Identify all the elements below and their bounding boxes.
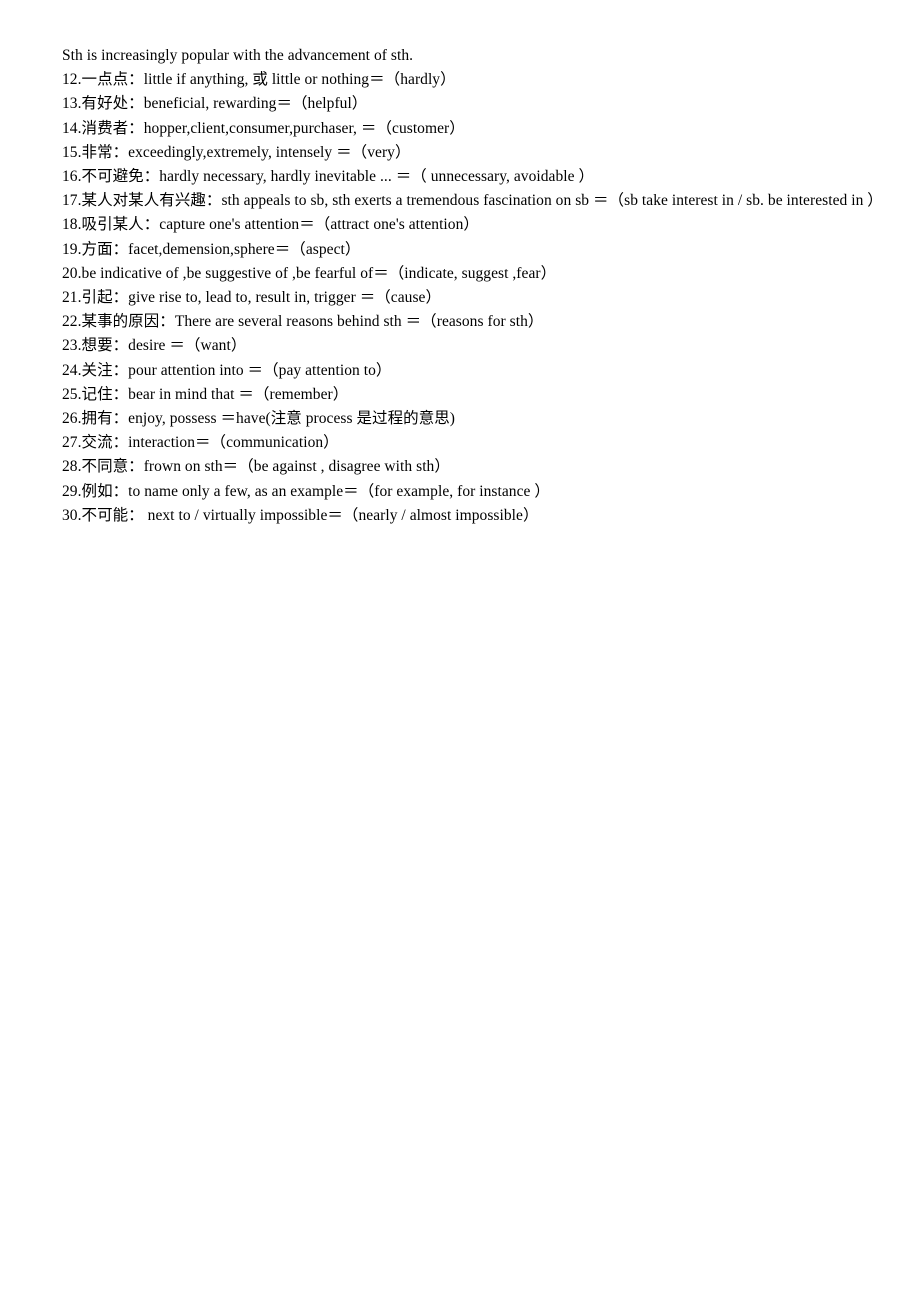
- list-item-18: 18.吸引某人：capture one's attention＝（attract…: [62, 216, 479, 234]
- list-item-13: 13.有好处：beneficial, rewarding＝（helpful）: [62, 95, 368, 113]
- list-item-12: 12.一点点：little if anything, 或 little or n…: [62, 71, 456, 89]
- list-item-26: 26.拥有：enjoy, possess ＝have(注意 process 是过…: [62, 410, 456, 428]
- list-item-15: 15.非常：exceedingly,extremely, intensely ＝…: [62, 143, 411, 161]
- list-item-19: 19.方面：facet,demension,sphere＝（aspect）: [62, 240, 361, 258]
- list-item-30: 30.不可能： next to / virtually impossible＝（…: [62, 506, 539, 524]
- list-item-23: 23.想要：desire ＝（want）: [62, 337, 247, 355]
- list-item-21: 21.引起：give rise to, lead to, result in, …: [62, 289, 442, 307]
- list-item-24: 24.关注：pour attention into ＝（pay attentio…: [62, 361, 392, 379]
- list-item-27: 27.交流：interaction＝（communication）: [62, 434, 339, 452]
- document-page: Sth is increasingly popular with the adv…: [0, 0, 920, 1302]
- list-item-22: 22.某事的原因：There are several reasons behin…: [62, 313, 544, 331]
- list-item-17: 17.某人对某人有兴趣：sth appeals to sb, sth exert…: [62, 192, 883, 210]
- list-item-20: 20.be indicative of ,be suggestive of ,b…: [62, 264, 557, 282]
- paragraph-intro: Sth is increasingly popular with the adv…: [62, 47, 414, 64]
- list-item-14: 14.消费者：hopper,client,consumer,purchaser,…: [62, 119, 465, 137]
- list-item-16: 16.不可避免：hardly necessary, hardly inevita…: [62, 168, 595, 186]
- document-text-body: Sth is increasingly popular with the adv…: [62, 44, 883, 528]
- list-item-28: 28.不同意：frown on sth＝（be against , disagr…: [62, 458, 450, 476]
- list-item-25: 25.记住：bear in mind that ＝（remember）: [62, 385, 349, 403]
- list-item-29: 29.例如：to name only a few, as an example＝…: [62, 482, 550, 500]
